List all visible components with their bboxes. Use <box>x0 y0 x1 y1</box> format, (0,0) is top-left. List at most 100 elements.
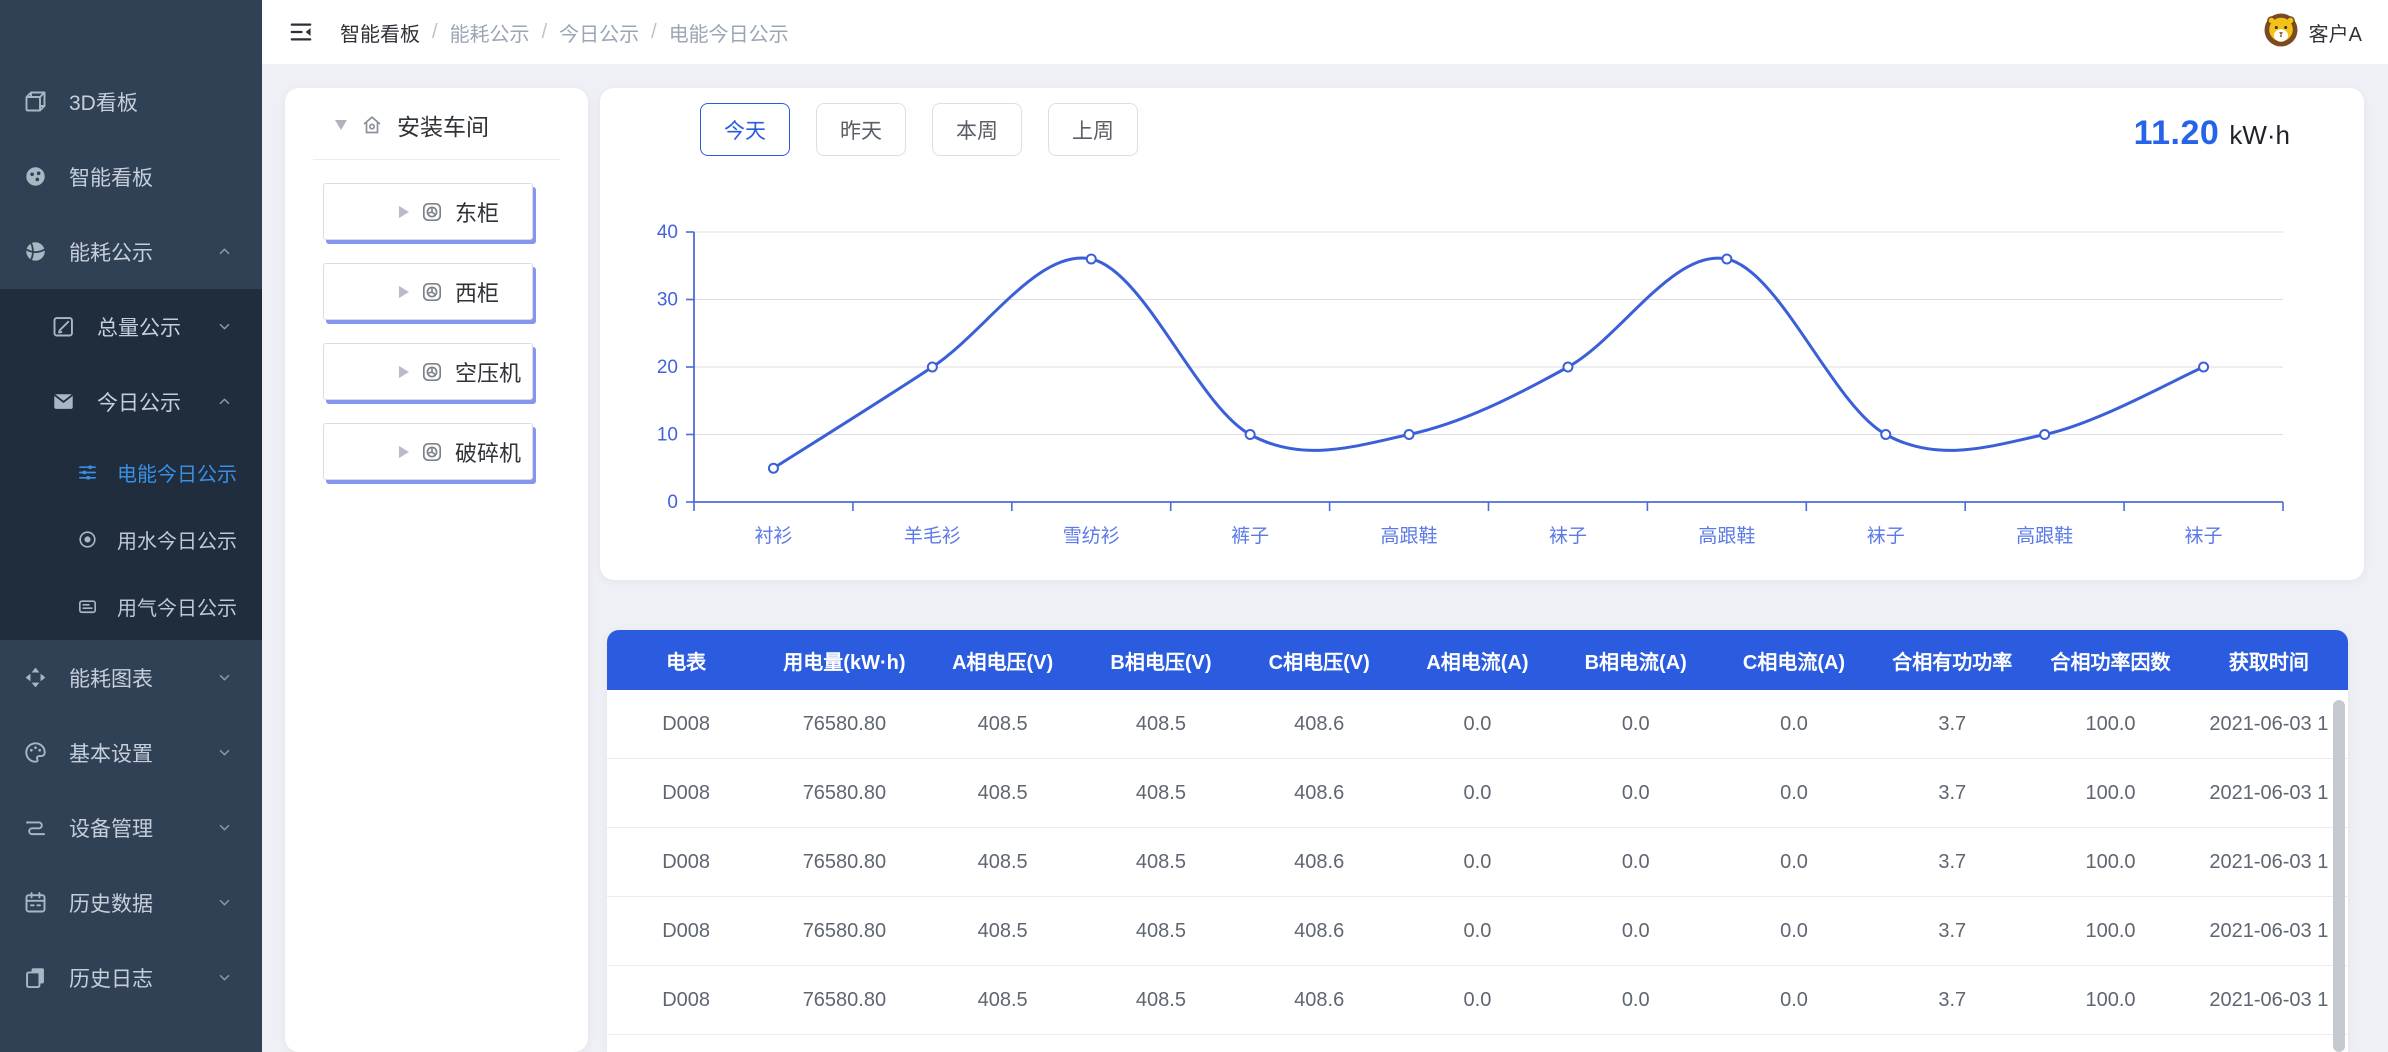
sidebar-item-基本设置[interactable]: 基本设置 <box>0 715 262 790</box>
svg-text:衬衫: 衬衫 <box>754 525 792 547</box>
sidebar-item-历史日志[interactable]: 历史日志 <box>0 940 262 1015</box>
table-cell: 3.7 <box>1873 828 2031 897</box>
tree-root-node[interactable]: 安装车间 <box>285 88 588 142</box>
svg-text:羊毛衫: 羊毛衫 <box>904 525 961 547</box>
sidebar-item-3D看板[interactable]: 3D看板 <box>0 64 262 139</box>
column-header-B相电压(V): B相电压(V) <box>1082 630 1240 690</box>
svg-text:40: 40 <box>657 222 678 243</box>
sidebar-item-能耗公示[interactable]: 能耗公示 <box>0 214 262 289</box>
column-header-A相电压(V): A相电压(V) <box>924 630 1082 690</box>
sidebar-item-label: 用水今日公示 <box>117 525 237 554</box>
table-cell: D008 <box>607 897 765 966</box>
svg-text:高跟鞋: 高跟鞋 <box>2016 525 2073 547</box>
edit-icon <box>50 313 77 340</box>
caret-right-icon <box>399 206 409 218</box>
tree-item-label: 破碎机 <box>455 436 521 468</box>
column-header-用电量(kW·h): 用电量(kW·h) <box>765 630 923 690</box>
sidebar-item-label: 能耗公示 <box>69 237 217 267</box>
meter-icon <box>420 360 444 384</box>
svg-text:袜子: 袜子 <box>1867 525 1905 547</box>
sidebar-item-label: 历史日志 <box>69 963 217 993</box>
sidebar-item-历史数据[interactable]: 历史数据 <box>0 865 262 940</box>
sidebar-item-设备管理[interactable]: 设备管理 <box>0 790 262 865</box>
period-tab-昨天[interactable]: 昨天 <box>816 103 906 156</box>
calendar-icon <box>22 889 49 916</box>
table-cell: 2021-06-03 1 <box>2190 897 2348 966</box>
table-cell: 76580.80 <box>765 897 923 966</box>
table-cell: 100.0 <box>2031 897 2189 966</box>
svg-text:雪纺衫: 雪纺衫 <box>1063 525 1120 547</box>
table-cell: D008 <box>607 828 765 897</box>
table-cell: 2021-06-03 1 <box>2190 759 2348 828</box>
breadcrumb-item-能耗公示[interactable]: 能耗公示 <box>450 18 530 47</box>
table-cell: 408.5 <box>924 759 1082 828</box>
chart-svg: 010203040衬衫羊毛衫雪纺衫裤子高跟鞋袜子高跟鞋袜子高跟鞋袜子 <box>600 88 2364 580</box>
breadcrumb-separator: / <box>542 21 548 44</box>
table-cell: 100.0 <box>2031 828 2189 897</box>
sidebar-item-智能看板[interactable]: 智能看板 <box>0 139 262 214</box>
column-header-合相功率因数: 合相功率因数 <box>2031 630 2189 690</box>
meter-icon <box>420 280 444 304</box>
sidebar-item-总量公示[interactable]: 总量公示 <box>0 289 262 364</box>
table-cell: 2021-06-03 1 <box>2190 828 2348 897</box>
meter-table: 电表用电量(kW·h)A相电压(V)B相电压(V)C相电压(V)A相电流(A)B… <box>607 630 2348 1035</box>
smart-board-icon <box>22 163 49 190</box>
chevron-up-icon <box>217 244 232 259</box>
svg-text:30: 30 <box>657 290 678 311</box>
panel-icon <box>76 595 99 618</box>
table-cell: 408.5 <box>924 828 1082 897</box>
period-tab-本周[interactable]: 本周 <box>932 103 1022 156</box>
mail-icon <box>50 388 77 415</box>
tree-item-破碎机[interactable]: 破碎机 <box>323 423 533 480</box>
table-row: D00876580.80408.5408.5408.60.00.00.03.71… <box>607 897 2348 966</box>
topbar: 智能看板/能耗公示/今日公示/电能今日公示 客户A <box>262 0 2388 64</box>
table-header-row: 电表用电量(kW·h)A相电压(V)B相电压(V)C相电压(V)A相电流(A)B… <box>607 630 2348 690</box>
table-cell: 408.5 <box>924 966 1082 1035</box>
tree-item-label: 西柜 <box>455 276 499 308</box>
sidebar-item-用气今日公示[interactable]: 用气今日公示 <box>0 573 262 640</box>
table-cell: 0.0 <box>1557 690 1715 759</box>
sidebar-item-用水今日公示[interactable]: 用水今日公示 <box>0 506 262 573</box>
caret-right-icon <box>399 366 409 378</box>
table-cell: 100.0 <box>2031 690 2189 759</box>
chevron-down-icon <box>217 970 232 985</box>
svg-text:袜子: 袜子 <box>1549 525 1587 547</box>
table-cell: 0.0 <box>1715 966 1873 1035</box>
tree-item-空压机[interactable]: 空压机 <box>323 343 533 400</box>
column-header-合相有功功率: 合相有功功率 <box>1873 630 2031 690</box>
breadcrumb-item-今日公示[interactable]: 今日公示 <box>559 18 639 47</box>
table-scrollbar[interactable] <box>2333 700 2345 1052</box>
sidebar-item-label: 总量公示 <box>97 312 217 342</box>
period-tab-今天[interactable]: 今天 <box>700 103 790 156</box>
lion-avatar <box>2262 11 2300 54</box>
sidebar-item-label: 基本设置 <box>69 738 217 768</box>
sidebar-item-label: 3D看板 <box>69 87 232 117</box>
quad-icon <box>22 664 49 691</box>
table-cell: 0.0 <box>1557 897 1715 966</box>
caret-down-icon <box>335 120 347 130</box>
tree-item-东柜[interactable]: 东柜 <box>323 183 533 240</box>
user-menu[interactable]: 客户A <box>2262 11 2362 54</box>
sidebar-item-今日公示[interactable]: 今日公示 <box>0 364 262 439</box>
sidebar-item-电能今日公示[interactable]: 电能今日公示 <box>0 439 262 506</box>
table-cell: 408.5 <box>1082 690 1240 759</box>
breadcrumb-item-电能今日公示[interactable]: 电能今日公示 <box>669 18 789 47</box>
breadcrumb-item-智能看板[interactable]: 智能看板 <box>340 18 420 47</box>
table-cell: 2021-06-03 1 <box>2190 966 2348 1035</box>
menu-fold-icon[interactable] <box>288 19 314 45</box>
svg-text:高跟鞋: 高跟鞋 <box>1698 525 1755 547</box>
tree-item-西柜[interactable]: 西柜 <box>323 263 533 320</box>
sidebar-item-label: 用气今日公示 <box>117 592 237 621</box>
breadcrumb: 智能看板/能耗公示/今日公示/电能今日公示 <box>340 18 789 47</box>
column-header-获取时间: 获取时间 <box>2190 630 2348 690</box>
table-cell: 0.0 <box>1557 759 1715 828</box>
home-icon <box>360 113 384 137</box>
table-cell: 76580.80 <box>765 690 923 759</box>
period-tab-上周[interactable]: 上周 <box>1048 103 1138 156</box>
sidebar-item-能耗图表[interactable]: 能耗图表 <box>0 640 262 715</box>
caret-right-icon <box>399 446 409 458</box>
chevron-down-icon <box>217 670 232 685</box>
table-cell: 0.0 <box>1557 966 1715 1035</box>
table-cell: 76580.80 <box>765 759 923 828</box>
copy-icon <box>22 964 49 991</box>
